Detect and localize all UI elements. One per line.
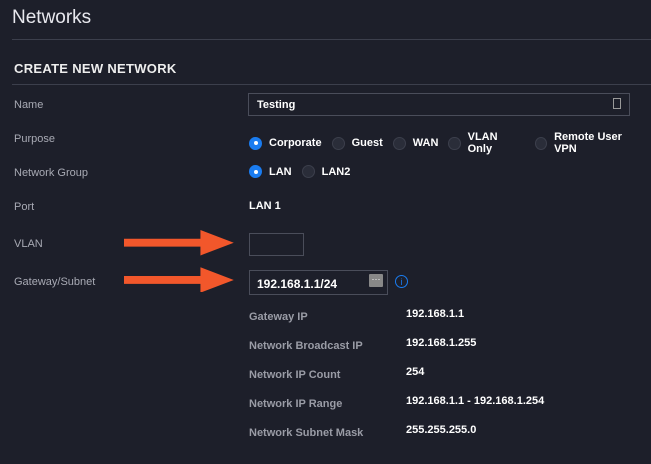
port-value: LAN 1 [249, 200, 281, 212]
radio-label: LAN [269, 165, 292, 178]
detail-label: Network Subnet Mask [249, 427, 364, 439]
radio-icon [331, 136, 345, 150]
contact-card-icon [613, 98, 621, 109]
radio-icon [392, 136, 406, 150]
radio-icon [534, 136, 548, 150]
name-label: Name [14, 99, 44, 111]
detail-label: Network IP Range [249, 398, 343, 410]
group-lan[interactable]: LAN [249, 165, 292, 178]
purpose-label: Purpose [14, 133, 55, 145]
detail-label: Gateway IP [249, 311, 308, 323]
radio-icon [249, 165, 262, 178]
detail-value: 255.255.255.0 [406, 424, 477, 436]
detail-label: Network IP Count [249, 369, 341, 381]
purpose-wan[interactable]: WAN [392, 131, 439, 155]
arrow-icon [124, 229, 234, 256]
detail-value: 192.168.1.255 [406, 337, 477, 349]
detail-label: Network Broadcast IP [249, 340, 363, 352]
detail-value: 254 [406, 366, 425, 378]
radio-icon [301, 165, 315, 178]
gateway-label: Gateway/Subnet [14, 276, 96, 288]
radio-label: WAN [412, 137, 439, 149]
section-title: CREATE NEW NETWORK [14, 61, 177, 76]
purpose-radio-group: Corporate Guest WAN VLAN Only Remote Use… [249, 131, 651, 155]
purpose-remote-user-vpn[interactable]: Remote User VPN [534, 131, 641, 155]
page-title: Networks [12, 7, 92, 28]
detail-value: 192.168.1.1 [406, 308, 465, 320]
info-icon[interactable]: i [395, 275, 408, 288]
radio-label: LAN2 [321, 165, 351, 178]
radio-icon [249, 136, 262, 150]
gateway-subnet-input[interactable]: 192.168.1.1/24 ··· [249, 270, 388, 295]
port-label: Port [14, 201, 35, 213]
gateway-value: 192.168.1.1/24 [257, 277, 338, 291]
radio-label: Corporate [269, 137, 322, 149]
name-value: Testing [257, 99, 296, 111]
network-group-label: Network Group [14, 167, 88, 179]
more-icon[interactable]: ··· [369, 274, 383, 287]
name-input[interactable]: Testing [248, 93, 630, 116]
purpose-guest[interactable]: Guest [331, 131, 383, 155]
arrow-icon [124, 267, 234, 292]
group-lan2[interactable]: LAN2 [301, 165, 351, 178]
vlan-label: VLAN [14, 238, 43, 250]
purpose-vlan-only[interactable]: VLAN Only [448, 131, 520, 155]
divider [12, 84, 651, 85]
vlan-input[interactable] [249, 233, 304, 256]
radio-label: VLAN Only [467, 131, 498, 155]
radio-label: Remote User VPN [554, 131, 622, 155]
radio-icon [448, 136, 461, 150]
radio-label: Guest [351, 137, 383, 149]
network-group-radio-group: LAN LAN2 [249, 165, 360, 178]
arrow-icons [124, 229, 234, 292]
purpose-corporate[interactable]: Corporate [249, 131, 322, 155]
detail-value: 192.168.1.1 - 192.168.1.254 [406, 395, 545, 407]
divider [12, 39, 651, 40]
